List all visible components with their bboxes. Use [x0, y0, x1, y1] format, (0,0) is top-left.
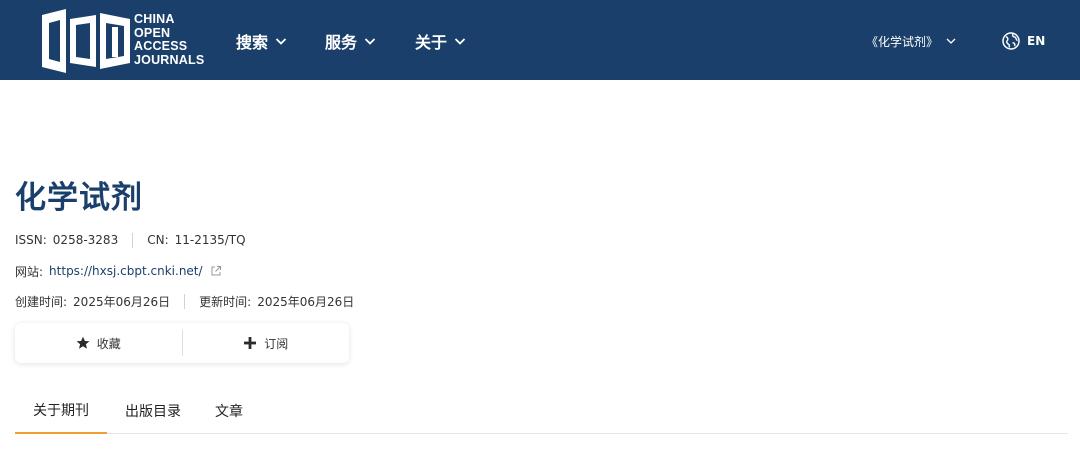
created-value: 2025年06月26日: [73, 294, 171, 309]
plus-icon: [244, 337, 257, 349]
journal-title: 化学试剂: [15, 180, 143, 216]
updated-label: 更新时间:: [199, 294, 252, 309]
logo-line-china: CHINA: [134, 12, 175, 26]
cn-label: CN:: [147, 233, 169, 247]
nav-about-menu[interactable]: 关于: [415, 28, 466, 54]
coaj-logo[interactable]: CHINA OPEN ACCESS JOURNALS: [40, 9, 210, 73]
action-bar: 收藏 订阅: [15, 323, 349, 363]
favorite-button[interactable]: 收藏: [15, 323, 182, 363]
journal-website: 网站: https://hxsj.cbpt.cnki.net/: [15, 262, 222, 280]
logo-text: CHINA OPEN ACCESS JOURNALS: [134, 12, 205, 67]
chevron-down-icon: [275, 38, 287, 45]
chevron-down-icon: [946, 38, 956, 44]
cn-value: 11-2135/TQ: [174, 233, 246, 247]
journal-tabs: 关于期刊 出版目录 文章: [15, 388, 1068, 434]
nav-service-label: 服务: [325, 33, 358, 52]
logo-line-journals: JOURNALS: [134, 52, 205, 67]
website-link[interactable]: https://hxsj.cbpt.cnki.net/: [49, 264, 203, 278]
language-switch[interactable]: EN: [1002, 31, 1045, 51]
journal-selector-label: 《化学试剂》: [866, 34, 939, 49]
website-label: 网站:: [15, 264, 44, 279]
tab-articles[interactable]: 文章: [201, 388, 257, 434]
journal-dates: 创建时间: 2025年06月26日 更新时间: 2025年06月26日: [15, 292, 354, 310]
divider: [184, 293, 186, 309]
logo-mark-icon: [42, 9, 130, 73]
nav-search-menu[interactable]: 搜索: [236, 28, 287, 54]
external-link-icon[interactable]: [210, 265, 222, 277]
journal-identifiers: ISSN: 0258-3283 CN: 11-2135/TQ: [15, 231, 246, 249]
nav-service-menu[interactable]: 服务: [325, 28, 376, 54]
updated-value: 2025年06月26日: [257, 294, 355, 309]
favorite-label: 收藏: [96, 336, 121, 351]
divider: [132, 232, 134, 248]
chevron-down-icon: [454, 38, 466, 45]
subscribe-label: 订阅: [264, 336, 289, 351]
nav-about-label: 关于: [415, 33, 448, 52]
chevron-down-icon: [364, 38, 376, 45]
star-icon: [76, 336, 90, 349]
top-navbar: CHINA OPEN ACCESS JOURNALS 搜索 服务 关于 《化学试…: [0, 0, 1080, 80]
journal-selector[interactable]: 《化学试剂》: [866, 32, 956, 50]
logo-line-access: ACCESS: [134, 39, 188, 53]
tab-about-journal[interactable]: 关于期刊: [15, 388, 107, 434]
issn-value: 0258-3283: [52, 233, 119, 247]
nav-search-label: 搜索: [236, 33, 269, 52]
subscribe-button[interactable]: 订阅: [183, 323, 350, 363]
tab-publication-catalog[interactable]: 出版目录: [111, 388, 195, 434]
logo-line-open: OPEN: [134, 25, 171, 40]
issn-label: ISSN:: [15, 233, 47, 247]
language-label: EN: [1027, 34, 1046, 48]
created-label: 创建时间:: [15, 294, 68, 309]
globe-icon: [1002, 32, 1020, 50]
